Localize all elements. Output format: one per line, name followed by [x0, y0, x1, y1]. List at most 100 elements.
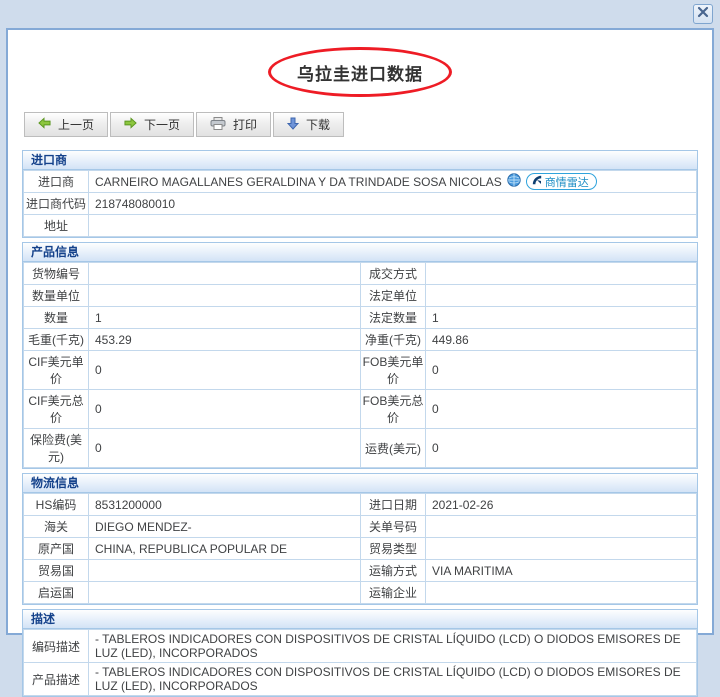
table-row: 启运国 运输企业: [24, 582, 697, 604]
table-row: 原产国 CHINA, REPUBLICA POPULAR DE 贸易类型: [24, 538, 697, 560]
field-value: 0: [426, 429, 697, 468]
field-label: 净重(千克): [361, 329, 426, 351]
field-value: 218748080010: [89, 193, 697, 215]
section-importer: 进口商 进口商 CARNEIRO MAGALLANES GERALDINA Y …: [22, 150, 698, 238]
field-label: FOB美元总价: [361, 390, 426, 429]
field-value: [89, 215, 697, 237]
importer-table: 进口商 CARNEIRO MAGALLANES GERALDINA Y DA T…: [23, 170, 697, 237]
field-value: [426, 538, 697, 560]
table-row: 海关 DIEGO MENDEZ- 关单号码: [24, 516, 697, 538]
next-page-label: 下一页: [144, 116, 180, 133]
field-value: [89, 285, 361, 307]
field-value: [426, 285, 697, 307]
field-label: 贸易类型: [361, 538, 426, 560]
field-label: 进口商: [24, 171, 89, 193]
field-value: 0: [426, 351, 697, 390]
field-label: 关单号码: [361, 516, 426, 538]
arrow-down-icon: [287, 117, 299, 133]
field-label: 地址: [24, 215, 89, 237]
field-value: 0: [89, 390, 361, 429]
field-label: CIF美元单价: [24, 351, 89, 390]
printer-icon: [210, 117, 226, 133]
title-area: 乌拉圭进口数据: [22, 42, 698, 102]
arrow-left-icon: [38, 117, 51, 132]
field-value: [426, 516, 697, 538]
field-label: 数量单位: [24, 285, 89, 307]
field-value: [426, 263, 697, 285]
section-logistics-header: 物流信息: [23, 474, 697, 493]
field-label: CIF美元总价: [24, 390, 89, 429]
field-label: 进口商代码: [24, 193, 89, 215]
table-row: 产品描述 - TABLEROS INDICADORES CON DISPOSIT…: [24, 663, 697, 696]
globe-icon[interactable]: [507, 173, 521, 190]
field-label: HS编码: [24, 494, 89, 516]
table-row: CIF美元单价 0 FOB美元单价 0: [24, 351, 697, 390]
table-row: 编码描述 - TABLEROS INDICADORES CON DISPOSIT…: [24, 630, 697, 663]
close-button[interactable]: [693, 4, 713, 24]
business-radar-label: 商情雷达: [545, 174, 589, 190]
field-label: 运输方式: [361, 560, 426, 582]
field-value: DIEGO MENDEZ-: [89, 516, 361, 538]
field-value: 1: [426, 307, 697, 329]
download-button[interactable]: 下载: [273, 112, 344, 137]
close-icon: [697, 5, 709, 23]
print-label: 打印: [233, 116, 257, 133]
field-value: 0: [89, 351, 361, 390]
window-titlebar: [0, 0, 720, 28]
field-value: [89, 582, 361, 604]
table-row: 地址: [24, 215, 697, 237]
field-label: 法定单位: [361, 285, 426, 307]
field-value: 0: [426, 390, 697, 429]
next-page-button[interactable]: 下一页: [110, 112, 194, 137]
field-value: 453.29: [89, 329, 361, 351]
field-value: - TABLEROS INDICADORES CON DISPOSITIVOS …: [89, 663, 697, 696]
logistics-table: HS编码 8531200000 进口日期 2021-02-26 海关 DIEGO…: [23, 493, 697, 604]
page-title: 乌拉圭进口数据: [297, 60, 423, 85]
prev-page-button[interactable]: 上一页: [24, 112, 108, 137]
field-label: 进口日期: [361, 494, 426, 516]
table-row: 货物编号 成交方式: [24, 263, 697, 285]
section-product-header: 产品信息: [23, 243, 697, 262]
table-row: 进口商代码 218748080010: [24, 193, 697, 215]
field-label: 数量: [24, 307, 89, 329]
field-label: FOB美元单价: [361, 351, 426, 390]
field-label: 运输企业: [361, 582, 426, 604]
import-data-dialog: 乌拉圭进口数据 上一页 下一页: [6, 28, 714, 635]
field-value: [89, 263, 361, 285]
field-value: 8531200000: [89, 494, 361, 516]
section-product: 产品信息 货物编号 成交方式 数量单位 法定单位 数量 1: [22, 242, 698, 469]
field-value: - TABLEROS INDICADORES CON DISPOSITIVOS …: [89, 630, 697, 663]
field-value: VIA MARITIMA: [426, 560, 697, 582]
table-row: 数量单位 法定单位: [24, 285, 697, 307]
field-value: 449.86: [426, 329, 697, 351]
field-value: [426, 582, 697, 604]
field-value: CARNEIRO MAGALLANES GERALDINA Y DA TRIND…: [89, 171, 697, 193]
radar-icon: [532, 175, 542, 188]
print-button[interactable]: 打印: [196, 112, 271, 137]
field-value: 2021-02-26: [426, 494, 697, 516]
field-label: 编码描述: [24, 630, 89, 663]
arrow-right-icon: [124, 117, 137, 132]
section-logistics: 物流信息 HS编码 8531200000 进口日期 2021-02-26 海关 …: [22, 473, 698, 605]
field-label: 货物编号: [24, 263, 89, 285]
product-table: 货物编号 成交方式 数量单位 法定单位 数量 1 法定数量 1: [23, 262, 697, 468]
field-label: 产品描述: [24, 663, 89, 696]
field-value: [89, 560, 361, 582]
field-value: 0: [89, 429, 361, 468]
table-row: HS编码 8531200000 进口日期 2021-02-26: [24, 494, 697, 516]
toolbar: 上一页 下一页 打印: [24, 112, 698, 137]
table-row: 进口商 CARNEIRO MAGALLANES GERALDINA Y DA T…: [24, 171, 697, 193]
table-row: CIF美元总价 0 FOB美元总价 0: [24, 390, 697, 429]
table-row: 毛重(千克) 453.29 净重(千克) 449.86: [24, 329, 697, 351]
table-row: 保险费(美元) 0 运费(美元) 0: [24, 429, 697, 468]
field-label: 运费(美元): [361, 429, 426, 468]
field-label: 保险费(美元): [24, 429, 89, 468]
prev-page-label: 上一页: [58, 116, 94, 133]
field-value: CHINA, REPUBLICA POPULAR DE: [89, 538, 361, 560]
table-row: 数量 1 法定数量 1: [24, 307, 697, 329]
business-radar-badge[interactable]: 商情雷达: [526, 173, 597, 190]
field-label: 成交方式: [361, 263, 426, 285]
section-description: 描述 编码描述 - TABLEROS INDICADORES CON DISPO…: [22, 609, 698, 697]
field-label: 法定数量: [361, 307, 426, 329]
field-label: 毛重(千克): [24, 329, 89, 351]
